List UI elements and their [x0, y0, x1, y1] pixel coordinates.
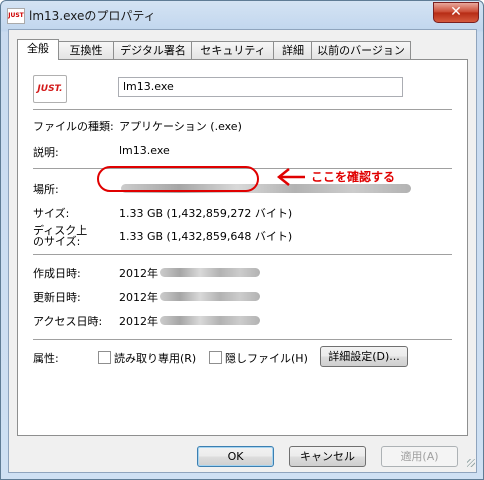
attributes-label: 属性:: [33, 352, 59, 365]
hidden-checkbox[interactable]: [209, 351, 222, 364]
tab-details[interactable]: 詳細: [273, 41, 313, 59]
hidden-label[interactable]: 隠しファイル(H): [225, 350, 308, 366]
tab-digital-signatures[interactable]: デジタル署名: [113, 41, 193, 59]
advanced-button[interactable]: 詳細設定(D)...: [320, 346, 408, 367]
properties-window: JUST lm13.exeのプロパティ ✕ 全般 互換性 デジタル署名 セキュリ…: [0, 0, 484, 480]
general-panel: JUST. lm13.exe ファイルの種類: アプリケーション (.exe) …: [17, 59, 468, 436]
readonly-checkbox[interactable]: [98, 351, 111, 364]
modified-value-redacted: [160, 292, 260, 301]
file-type-value: アプリケーション (.exe): [119, 120, 242, 133]
modified-label: 更新日時:: [33, 291, 81, 304]
readonly-label[interactable]: 読み取り専用(R): [114, 350, 196, 366]
accessed-value-redacted: [160, 316, 260, 325]
title-bar[interactable]: JUST lm13.exeのプロパティ ✕: [1, 1, 483, 29]
size-label: サイズ:: [33, 207, 70, 220]
accessed-value: 2012年: [119, 315, 158, 328]
application-icon: JUST.: [33, 75, 67, 103]
description-label: 説明:: [33, 146, 59, 159]
apply-button[interactable]: 適用(A): [381, 446, 458, 467]
file-name-input[interactable]: lm13.exe: [118, 77, 403, 97]
cancel-button[interactable]: キャンセル: [289, 446, 366, 467]
tab-previous-versions[interactable]: 以前のバージョン: [311, 41, 411, 59]
divider: [33, 254, 452, 255]
divider: [33, 109, 452, 110]
tab-compatibility[interactable]: 互換性: [57, 41, 115, 59]
dialog-client: 全般 互換性 デジタル署名 セキュリティ 詳細 以前のバージョン JUST. l…: [8, 29, 477, 473]
window-title: lm13.exeのプロパティ: [29, 9, 156, 23]
tab-general[interactable]: 全般: [17, 39, 59, 60]
resize-grip[interactable]: [467, 459, 475, 467]
arrow-left-icon: [276, 168, 305, 186]
description-value: lm13.exe: [119, 144, 170, 157]
location-label: 場所:: [33, 183, 59, 196]
highlight-ellipse: [97, 166, 259, 192]
size-on-disk-value: 1.33 GB (1,432,859,648 バイト): [119, 230, 293, 243]
accessed-label: アクセス日時:: [33, 315, 103, 328]
close-button[interactable]: ✕: [433, 2, 479, 23]
created-value: 2012年: [119, 267, 158, 280]
tab-security[interactable]: セキュリティ: [191, 41, 275, 59]
created-value-redacted: [160, 268, 260, 277]
created-label: 作成日時:: [33, 267, 81, 280]
divider: [33, 339, 452, 340]
size-on-disk-label: ディスク上 のサイズ:: [33, 224, 88, 248]
ok-button[interactable]: OK: [197, 446, 274, 467]
app-icon-small: JUST: [7, 8, 25, 24]
annotation-text: ここを確認する: [311, 170, 396, 184]
size-value: 1.33 GB (1,432,859,272 バイト): [119, 207, 293, 220]
modified-value: 2012年: [119, 291, 158, 304]
file-type-label: ファイルの種類:: [33, 120, 114, 133]
